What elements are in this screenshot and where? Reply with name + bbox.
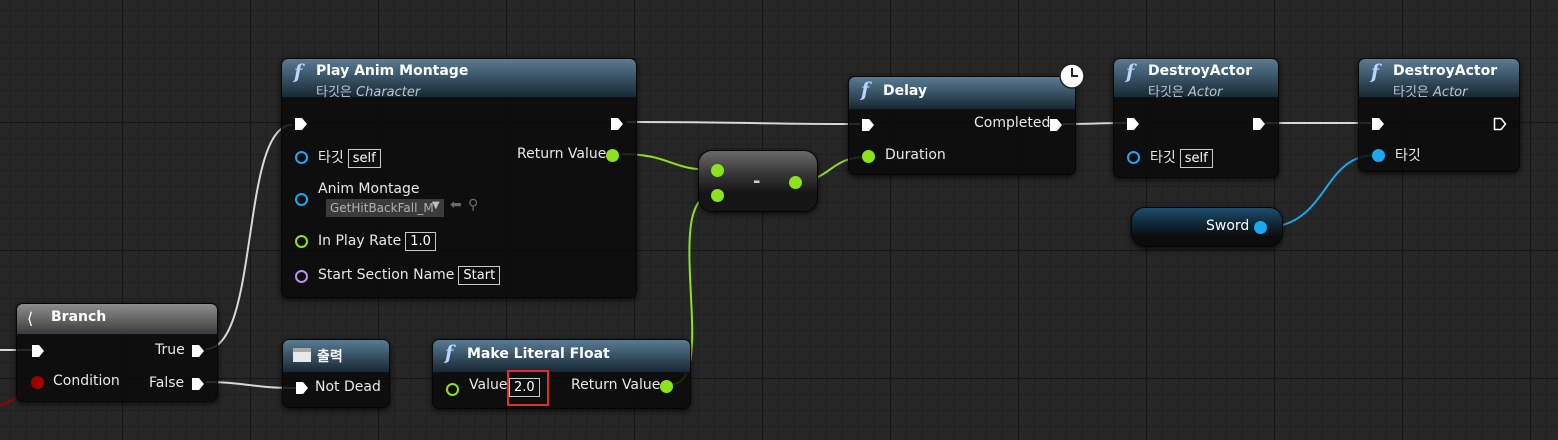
subtract-output-pin[interactable] [789, 176, 802, 189]
chevron-down-icon[interactable]: ▼ [432, 200, 440, 211]
play-anim-target-pin[interactable] [295, 151, 308, 164]
branch-title: Branch [51, 309, 107, 325]
subtract-input-b-pin[interactable] [711, 189, 724, 202]
function-icon: f [861, 79, 870, 101]
sword-label: Sword [1206, 218, 1250, 234]
play-anim-exec-in-pin[interactable] [294, 117, 308, 131]
destroy-actor-node-2[interactable]: f DestroyActor 타깃은 Actor 타깃 [1358, 58, 1520, 172]
branch-false-pin[interactable] [191, 377, 205, 391]
destroy2-exec-in-pin[interactable] [1371, 117, 1385, 131]
branch-node[interactable]: ⟨ Branch True Condition False [16, 303, 218, 402]
print-icon [293, 348, 311, 362]
play-anim-exec-out-pin[interactable] [610, 117, 624, 131]
print-title: 출력 [317, 349, 343, 365]
branch-header: ⟨ Branch [17, 304, 217, 335]
exec-wire-playanim-to-delay [626, 121, 861, 125]
function-icon: f [445, 342, 454, 364]
delay-exec-in-pin[interactable] [861, 118, 875, 132]
destroy-actor-node-1[interactable]: f DestroyActor 타깃은 Actor 타깃 self [1113, 58, 1279, 178]
sword-output-pin[interactable] [1254, 221, 1267, 234]
branch-exec-in-pin[interactable] [31, 344, 45, 358]
destroy2-title: DestroyActor [1393, 63, 1498, 79]
literal-return-pin[interactable] [660, 380, 673, 393]
play-anim-return-label: Return Value [517, 146, 607, 162]
literal-value-label: Value [469, 377, 508, 393]
print-not-dead-label: Not Dead [315, 379, 381, 395]
play-anim-target-value[interactable]: self [347, 149, 381, 168]
start-section-value[interactable]: Start [458, 266, 501, 285]
branch-true-pin[interactable] [191, 344, 205, 358]
destroy2-target-pin[interactable] [1372, 149, 1385, 162]
destroy1-exec-out-pin[interactable] [1252, 117, 1266, 131]
exec-wire-branch-true-to-playanim [205, 124, 293, 350]
destroy1-target-value[interactable]: self [1179, 149, 1213, 168]
anim-montage-label: Anim Montage [318, 181, 420, 197]
print-node[interactable]: 출력 Not Dead [282, 339, 390, 408]
branch-condition-pin[interactable] [31, 376, 44, 389]
sword-variable-node[interactable]: Sword [1131, 207, 1283, 247]
literal-value-pin[interactable] [446, 383, 459, 396]
print-exec-in-pin[interactable] [295, 381, 309, 395]
play-anim-title: Play Anim Montage [316, 63, 469, 79]
destroy1-header: f DestroyActor 타깃은 Actor [1114, 59, 1278, 100]
delay-completed-label: Completed [974, 115, 1051, 131]
literal-header: f Make Literal Float [433, 340, 690, 373]
anim-montage-pin[interactable] [295, 193, 308, 206]
literal-title: Make Literal Float [467, 346, 610, 362]
branch-true-label: True [155, 342, 185, 358]
play-anim-target-label: 타깃 self [318, 147, 381, 168]
clock-icon [1059, 63, 1085, 89]
function-icon: f [1371, 61, 1380, 83]
play-anim-montage-node[interactable]: f Play Anim Montage 타깃은 Character 타깃 self… [281, 58, 637, 298]
browse-search-icon[interactable]: ⚲ [468, 197, 478, 213]
subtract-symbol: - [753, 171, 761, 192]
literal-value-field[interactable]: 2.0 [509, 378, 540, 397]
in-play-rate-value[interactable]: 1.0 [405, 232, 436, 251]
delay-node[interactable]: f Delay Completed Duration [848, 76, 1076, 175]
delay-duration-pin[interactable] [862, 150, 875, 163]
in-play-rate-label: In Play Rate 1.0 [318, 232, 436, 251]
branch-icon: ⟨ [27, 309, 34, 328]
destroy1-target-pin[interactable] [1127, 151, 1140, 164]
delay-completed-pin[interactable] [1049, 118, 1063, 132]
wire-layer [0, 121, 1377, 406]
function-icon: f [294, 61, 303, 83]
destroy2-header: f DestroyActor 타깃은 Actor [1359, 59, 1519, 100]
play-anim-subtitle: 타깃은 Character [316, 85, 421, 100]
branch-false-label: False [149, 375, 185, 391]
print-header: 출력 [283, 340, 389, 373]
destroy2-exec-out-pin[interactable] [1493, 117, 1507, 131]
destroy2-subtitle: 타깃은 Actor [1393, 85, 1468, 100]
literal-return-label: Return Value [571, 377, 661, 393]
make-literal-float-node[interactable]: f Make Literal Float Value 2.0 Return Va… [432, 339, 691, 409]
use-selected-arrow-icon[interactable]: ⬅ [450, 197, 462, 213]
destroy1-target-label: 타깃 self [1150, 147, 1213, 168]
in-play-rate-pin[interactable] [295, 235, 308, 248]
subtract-node[interactable]: - [698, 150, 818, 212]
delay-title: Delay [883, 83, 928, 99]
destroy1-exec-in-pin[interactable] [1126, 117, 1140, 131]
delay-duration-label: Duration [885, 147, 946, 163]
start-section-label: Start Section Name Start [318, 266, 501, 285]
destroy2-target-label: 타깃 [1395, 148, 1421, 164]
branch-condition-label: Condition [53, 373, 120, 389]
anim-montage-select[interactable]: GetHitBackFall_M [326, 199, 444, 217]
function-icon: f [1126, 61, 1135, 83]
subtract-input-a-pin[interactable] [711, 164, 724, 177]
delay-header: f Delay [849, 77, 1075, 110]
start-section-pin[interactable] [295, 270, 308, 283]
destroy1-title: DestroyActor [1148, 63, 1253, 79]
destroy1-subtitle: 타깃은 Actor [1148, 85, 1223, 100]
play-anim-return-pin[interactable] [606, 149, 619, 162]
play-anim-header: f Play Anim Montage 타깃은 Character [282, 59, 636, 100]
